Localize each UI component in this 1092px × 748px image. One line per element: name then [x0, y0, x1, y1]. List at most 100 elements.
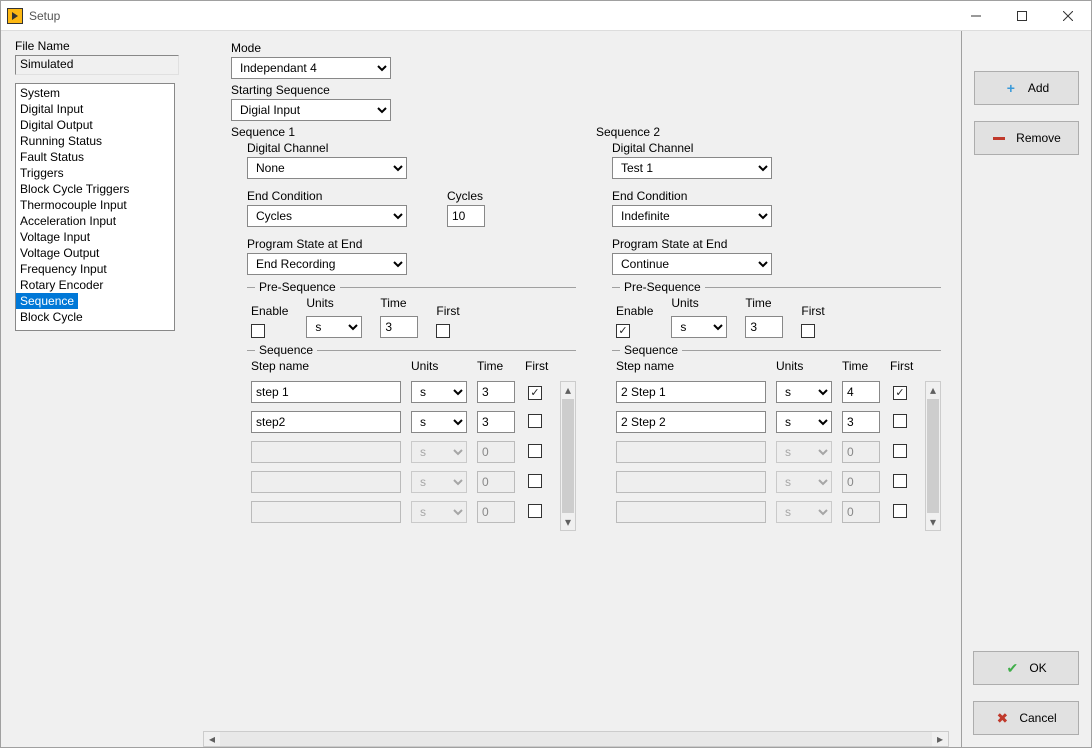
end-condition-label: End Condition [612, 189, 772, 203]
scroll-thumb[interactable] [562, 399, 574, 513]
nav-item[interactable]: Fault Status [16, 149, 174, 165]
step-name-input[interactable] [616, 381, 766, 403]
steps-scrollbar[interactable]: ▴ ▾ [560, 381, 576, 531]
step-units-select: s [776, 441, 832, 463]
close-button[interactable] [1045, 1, 1091, 30]
nav-item[interactable]: Voltage Input [16, 229, 174, 245]
pre-time-input[interactable] [380, 316, 418, 338]
step-first-checkbox[interactable] [893, 414, 907, 428]
step-first-checkbox[interactable] [528, 414, 542, 428]
scroll-down-icon[interactable]: ▾ [926, 514, 940, 530]
nav-item[interactable]: Frequency Input [16, 261, 174, 277]
scroll-up-icon[interactable]: ▴ [926, 382, 940, 398]
pre-enable-checkbox[interactable] [616, 324, 630, 338]
step-units-select[interactable]: s [776, 411, 832, 433]
pre-first-checkbox[interactable] [801, 324, 815, 338]
nav-item[interactable]: System [16, 85, 174, 101]
first-header: First [525, 359, 545, 373]
step-name-input[interactable] [251, 381, 401, 403]
app-icon [7, 8, 23, 24]
step-units-select: s [411, 501, 467, 523]
pre-sequence-group: Pre-Sequence Enable Units s Time First [612, 287, 941, 338]
ok-button[interactable]: OK [973, 651, 1079, 685]
step-first-checkbox[interactable] [528, 444, 542, 458]
step-name-input [251, 441, 401, 463]
cancel-button[interactable]: Cancel [973, 701, 1079, 735]
step-time-input[interactable] [842, 381, 880, 403]
pre-units-select[interactable]: s [306, 316, 362, 338]
minimize-button[interactable] [953, 1, 999, 30]
titlebar: Setup [1, 1, 1091, 31]
step-row: s [616, 501, 921, 523]
nav-item[interactable]: Digital Output [16, 117, 174, 133]
scroll-left-icon[interactable]: ◂ [204, 732, 220, 746]
step-first-checkbox[interactable] [528, 474, 542, 488]
nav-item[interactable]: Voltage Output [16, 245, 174, 261]
pre-enable-checkbox[interactable] [251, 324, 265, 338]
step-name-input [616, 471, 766, 493]
units-label: Units [306, 296, 333, 310]
scroll-right-icon[interactable]: ▸ [932, 732, 948, 746]
step-time-input [477, 441, 515, 463]
nav-item[interactable]: Running Status [16, 133, 174, 149]
end-condition-select[interactable]: Cycles [247, 205, 407, 227]
step-first-checkbox[interactable] [893, 386, 907, 400]
pre-units-select[interactable]: s [671, 316, 727, 338]
pre-first-checkbox[interactable] [436, 324, 450, 338]
nav-item[interactable]: Sequence [16, 293, 78, 309]
remove-button[interactable]: Remove [974, 121, 1079, 155]
nav-item[interactable]: Thermocouple Input [16, 197, 174, 213]
maximize-button[interactable] [999, 1, 1045, 30]
digital-channel-select[interactable]: Test 1 [612, 157, 772, 179]
step-first-checkbox[interactable] [893, 504, 907, 518]
horizontal-scrollbar[interactable]: ◂ ▸ [203, 731, 949, 747]
step-name-input[interactable] [616, 411, 766, 433]
units-header: Units [411, 359, 467, 373]
program-state-select[interactable]: Continue [612, 253, 772, 275]
step-name-input [251, 471, 401, 493]
step-first-checkbox[interactable] [893, 444, 907, 458]
scroll-up-icon[interactable]: ▴ [561, 382, 575, 398]
file-name-field[interactable]: Simulated [15, 55, 179, 75]
starting-sequence-select[interactable]: Digial Input [231, 99, 391, 121]
nav-item[interactable]: Block Cycle [16, 309, 174, 325]
digital-channel-select[interactable]: None [247, 157, 407, 179]
steps-body: s s [251, 381, 556, 531]
end-condition-select[interactable]: Indefinite [612, 205, 772, 227]
nav-item[interactable]: Triggers [16, 165, 174, 181]
nav-item[interactable]: Block Cycle Triggers [16, 181, 174, 197]
step-units-select[interactable]: s [411, 411, 467, 433]
program-state-select[interactable]: End Recording [247, 253, 407, 275]
nav-item[interactable]: Acceleration Input [16, 213, 174, 229]
step-first-checkbox[interactable] [528, 504, 542, 518]
mode-select[interactable]: Independant 4 [231, 57, 391, 79]
nav-item[interactable]: Digital Input [16, 101, 174, 117]
scroll-track[interactable] [220, 732, 932, 746]
mode-label: Mode [231, 41, 941, 55]
step-units-select[interactable]: s [411, 381, 467, 403]
step-time-input[interactable] [477, 411, 515, 433]
add-button[interactable]: Add [974, 71, 1079, 105]
check-icon [1005, 661, 1019, 675]
nav-list[interactable]: SystemDigital InputDigital OutputRunning… [15, 83, 175, 331]
scroll-down-icon[interactable]: ▾ [561, 514, 575, 530]
step-first-checkbox[interactable] [893, 474, 907, 488]
enable-label: Enable [251, 304, 288, 318]
cycles-input[interactable] [447, 205, 485, 227]
step-first-checkbox[interactable] [528, 386, 542, 400]
first-header: First [890, 359, 910, 373]
nav-item[interactable]: Rotary Encoder [16, 277, 174, 293]
step-units-select[interactable]: s [776, 381, 832, 403]
scroll-thumb[interactable] [927, 399, 939, 513]
digital-channel-label: Digital Channel [612, 141, 941, 155]
step-time-input[interactable] [477, 381, 515, 403]
pre-sequence-legend: Pre-Sequence [255, 280, 340, 294]
steps-scrollbar[interactable]: ▴ ▾ [925, 381, 941, 531]
step-name-input[interactable] [251, 411, 401, 433]
time-label: Time [745, 296, 771, 310]
cancel-button-label: Cancel [1019, 711, 1056, 725]
step-row: s [251, 411, 556, 433]
step-time-input[interactable] [842, 411, 880, 433]
pre-time-input[interactable] [745, 316, 783, 338]
form: Mode Independant 4 Starting Sequence Dig… [191, 31, 961, 531]
